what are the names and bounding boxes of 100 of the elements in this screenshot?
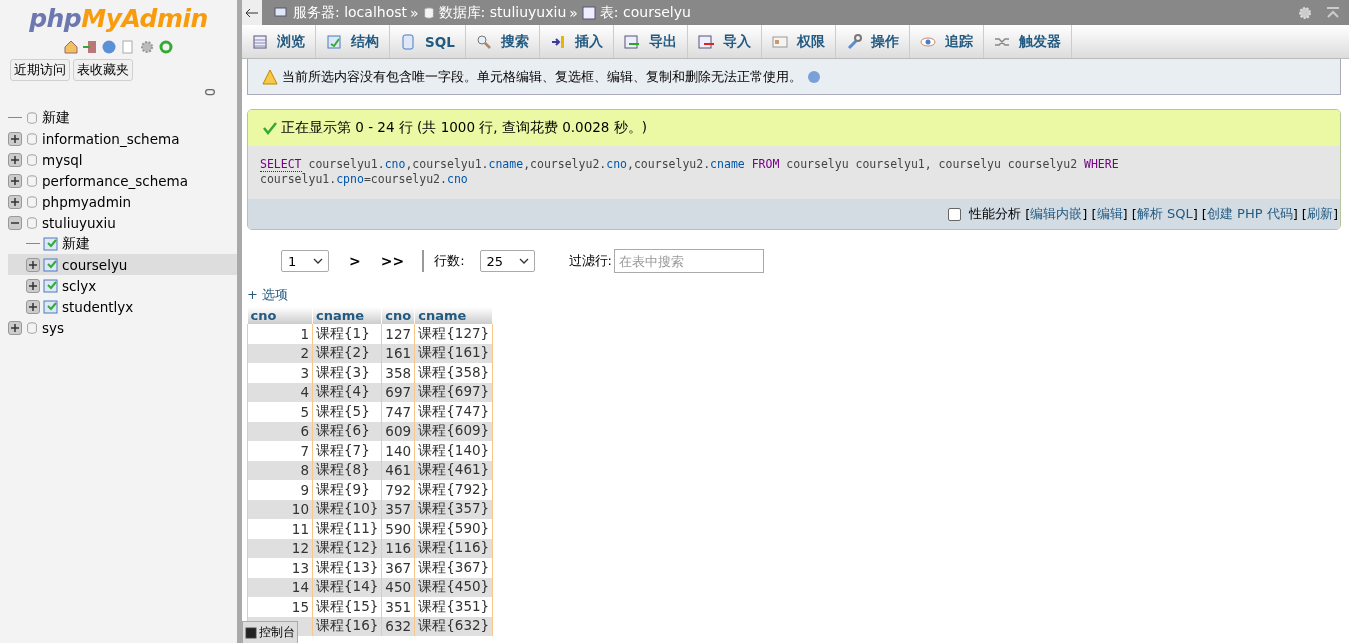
tab[interactable]: 插入 bbox=[539, 25, 614, 58]
filter-field[interactable]: 在表中搜索 bbox=[614, 249, 764, 273]
sidebar-button[interactable]: 表收藏夹 bbox=[73, 59, 133, 81]
checkbox[interactable] bbox=[948, 207, 961, 221]
table-cell: 140 bbox=[381, 441, 415, 461]
database-icon bbox=[25, 193, 39, 210]
search-icon bbox=[475, 33, 492, 50]
tab[interactable]: 搜索 bbox=[465, 25, 540, 58]
wrench-icon bbox=[845, 33, 862, 50]
table-cell: 367 bbox=[381, 558, 415, 578]
table-cell: 课程{9} bbox=[312, 480, 382, 500]
bracket: ] [ bbox=[1082, 206, 1097, 222]
tool-link[interactable]: 解析 SQL bbox=[1136, 205, 1193, 223]
tab[interactable]: 权限 bbox=[761, 25, 836, 58]
expand-icon[interactable] bbox=[26, 257, 40, 272]
expand-icon[interactable] bbox=[8, 320, 22, 335]
table-cell: 课程{590} bbox=[414, 519, 493, 539]
console-button[interactable]: 控制台 bbox=[242, 621, 298, 643]
column-header[interactable]: cno bbox=[381, 307, 415, 324]
tree-label: phpmyadmin bbox=[42, 193, 132, 210]
table-cell: 3 bbox=[247, 363, 313, 383]
table-cell: 351 bbox=[381, 597, 415, 617]
table-cell: 747 bbox=[381, 402, 415, 422]
next-link[interactable]: > bbox=[349, 253, 361, 269]
exit-icon bbox=[82, 39, 98, 55]
sidebar-button[interactable]: 近期访问 bbox=[10, 59, 70, 81]
notice-text: 当前所选内容没有包含唯一字段。单元格编辑、复选框、编辑、复制和删除无法正常使用。 bbox=[282, 67, 802, 86]
tab[interactable]: 导入 bbox=[687, 25, 762, 58]
tool-link[interactable]: 编辑内嵌 bbox=[1030, 205, 1083, 223]
tab[interactable]: SQL bbox=[390, 25, 466, 58]
tree-item[interactable]: phpmyadmin bbox=[8, 191, 237, 212]
column-header[interactable]: cno bbox=[247, 307, 313, 324]
console-icon bbox=[245, 626, 257, 639]
import-icon bbox=[697, 33, 714, 50]
link-icon bbox=[203, 87, 217, 97]
table-cell: 9 bbox=[247, 480, 313, 500]
database-icon bbox=[25, 109, 39, 126]
logo[interactable]: phpMyAdmin bbox=[29, 4, 208, 33]
column-header[interactable]: cname bbox=[414, 307, 493, 324]
success-text: 正在显示第 0 - 24 行 (共 1000 行, 查询花费 0.0028 秒。) bbox=[281, 119, 647, 137]
tab[interactable]: 结构 bbox=[316, 25, 390, 58]
tree-label: stuliuyuxiu bbox=[42, 214, 116, 231]
options-link[interactable]: + 选项 bbox=[247, 286, 1341, 304]
database-icon bbox=[25, 130, 39, 147]
page-select[interactable]: 1 bbox=[281, 250, 329, 272]
tree-item[interactable]: courselyu bbox=[8, 254, 237, 275]
tree-item[interactable]: information_schema bbox=[8, 128, 237, 149]
tab[interactable]: 导出 bbox=[613, 25, 688, 58]
tab[interactable]: 触发器 bbox=[983, 25, 1072, 58]
tree-item[interactable]: 新建 bbox=[8, 107, 237, 128]
sql-query: SELECT courselyu1.cno,courselyu1.cname,courselyu2.cno,courselyu2.cname FROM courselyu courselyu1, courselyu courselyu2 WHERE courselyu1.cpno=courselyu2.cno bbox=[248, 146, 1340, 199]
tree-item[interactable]: mysql bbox=[8, 149, 237, 170]
settings-icon bbox=[1297, 4, 1313, 21]
back-button[interactable] bbox=[242, 0, 262, 25]
collapse-icon[interactable] bbox=[8, 215, 22, 230]
tool-link[interactable]: 编辑 bbox=[1096, 205, 1123, 223]
table-cell: 7 bbox=[247, 441, 313, 461]
tree-label: sys bbox=[42, 319, 65, 336]
table-cell: 358 bbox=[381, 363, 415, 383]
database-icon bbox=[421, 4, 436, 21]
separator: » bbox=[569, 4, 578, 21]
tree-item[interactable]: sys bbox=[8, 317, 237, 338]
caret-icon bbox=[313, 258, 323, 264]
tree-item[interactable]: sclyx bbox=[8, 275, 237, 296]
tree-item[interactable]: stuliuyuxiu bbox=[8, 212, 237, 233]
expand-icon[interactable] bbox=[26, 278, 40, 293]
table-cell: 5 bbox=[247, 402, 313, 422]
last-link[interactable]: >> bbox=[380, 253, 405, 269]
bracket: ] [ bbox=[1292, 206, 1307, 222]
tab[interactable]: 浏览 bbox=[242, 25, 316, 58]
expand-icon[interactable] bbox=[8, 173, 22, 188]
column-header[interactable]: cname bbox=[312, 307, 382, 324]
tree-item[interactable]: studentlyx bbox=[8, 296, 237, 317]
expand-icon[interactable] bbox=[8, 194, 22, 209]
filter-label: 过滤行: bbox=[568, 252, 612, 270]
rows-select[interactable]: 25 bbox=[479, 250, 535, 272]
tool-link[interactable]: 刷新 bbox=[1306, 205, 1333, 223]
expand-icon[interactable] bbox=[8, 152, 22, 167]
tree-label: studentlyx bbox=[62, 298, 134, 315]
table-cell: 1 bbox=[247, 324, 313, 344]
bracket: ] [ bbox=[1122, 206, 1137, 222]
breadcrumb-link[interactable]: 表: courselyu bbox=[580, 3, 691, 22]
expand-icon[interactable] bbox=[8, 131, 22, 146]
expand-icon[interactable] bbox=[26, 299, 40, 314]
tree-label: 新建 bbox=[62, 234, 90, 253]
database-icon bbox=[25, 214, 39, 231]
tree-item[interactable]: performance_schema bbox=[8, 170, 237, 191]
table-cell: 课程{747} bbox=[414, 402, 493, 422]
id-card-icon bbox=[771, 33, 788, 50]
tree-item[interactable]: 新建 bbox=[8, 233, 237, 254]
separator: » bbox=[410, 4, 419, 21]
tool-link[interactable]: 创建 PHP 代码 bbox=[1206, 205, 1293, 223]
tab[interactable]: 操作 bbox=[835, 25, 910, 58]
bracket: ] bbox=[1332, 206, 1338, 222]
table-cell: 课程{5} bbox=[312, 402, 382, 422]
table-cell: 11 bbox=[247, 519, 313, 539]
database-icon bbox=[25, 151, 39, 168]
table-cell: 6 bbox=[247, 421, 313, 441]
tab[interactable]: 追踪 bbox=[909, 25, 984, 58]
table-cell: 课程{1} bbox=[312, 324, 382, 344]
